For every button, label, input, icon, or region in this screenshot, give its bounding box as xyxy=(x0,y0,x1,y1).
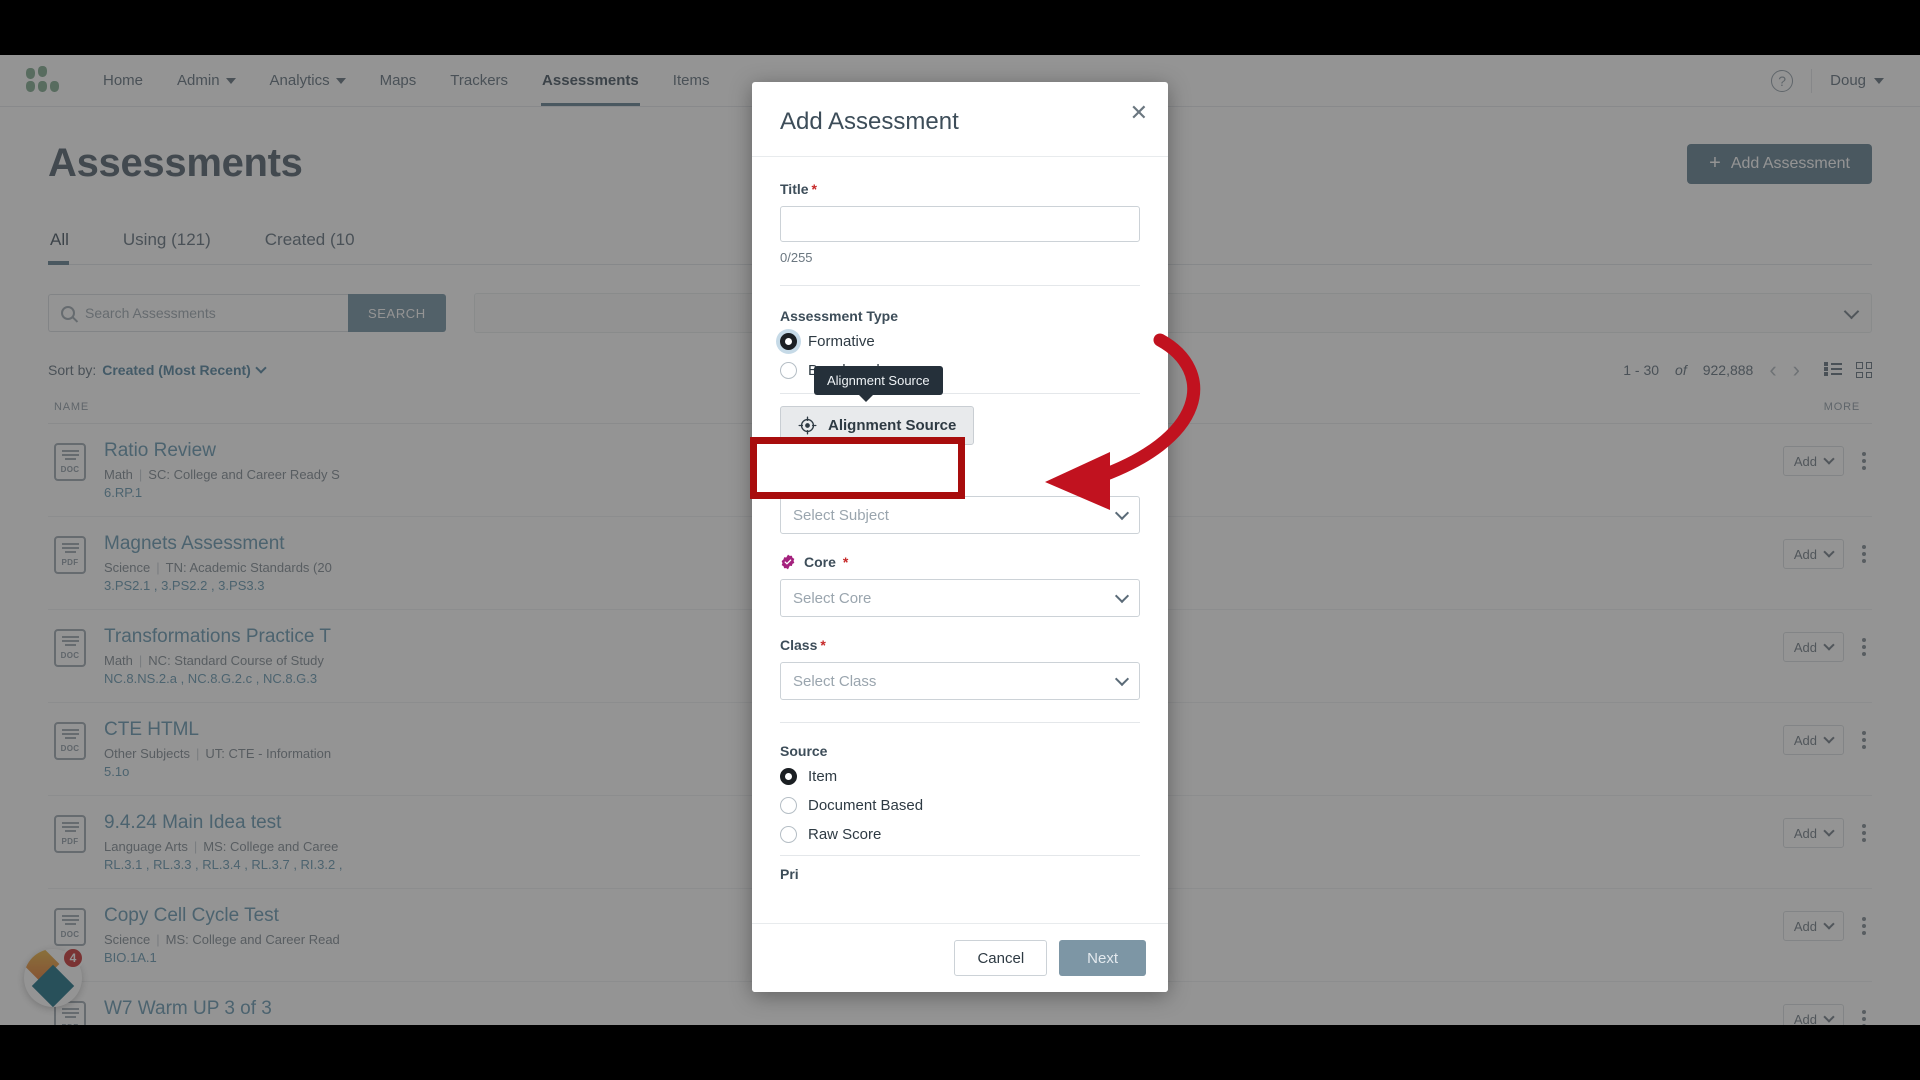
subject-placeholder: Select Subject xyxy=(793,506,889,524)
assessment-type-label: Assessment Type xyxy=(780,308,899,324)
target-crosshair-icon xyxy=(798,416,817,435)
radio-label: Item xyxy=(808,768,838,785)
source-label: Source xyxy=(780,743,828,759)
title-field-label: Title * xyxy=(780,181,1140,197)
dialog-header: Add Assessment ✕ xyxy=(752,82,1168,157)
privacy-label-truncated: Pri xyxy=(780,866,799,882)
class-label: Class * xyxy=(780,637,1140,653)
chevron-down-icon xyxy=(1114,671,1130,686)
character-counter: 0/255 xyxy=(780,250,813,265)
cancel-button[interactable]: Cancel xyxy=(954,940,1048,976)
required-marker: * xyxy=(842,554,849,570)
radio-document-based[interactable]: Document Based xyxy=(780,797,1140,814)
radio-button-icon xyxy=(780,362,797,379)
radio-button-icon xyxy=(780,826,797,843)
title-field-group: Title * 0/255 xyxy=(780,181,1140,265)
close-icon[interactable]: ✕ xyxy=(1130,102,1148,124)
dialog-footer: Cancel Next xyxy=(752,923,1168,992)
required-marker: * xyxy=(820,637,826,653)
screenshot-stage: Home Admin Analytics Maps Trackers Asses… xyxy=(0,0,1920,1080)
radio-item[interactable]: Item xyxy=(780,768,1140,785)
core-select[interactable]: Select Core xyxy=(780,579,1140,617)
annotation-highlight-box xyxy=(750,437,965,499)
class-select[interactable]: Select Class xyxy=(780,662,1140,700)
add-assessment-dialog: Add Assessment ✕ Title * 0/255 Assessmen… xyxy=(752,82,1168,992)
radio-button-icon xyxy=(780,797,797,814)
radio-button-icon xyxy=(780,333,797,350)
radio-raw-score[interactable]: Raw Score xyxy=(780,826,1140,843)
divider xyxy=(780,722,1140,723)
dialog-title: Add Assessment xyxy=(780,108,959,135)
radio-label: Formative xyxy=(808,333,875,350)
core-label: Core * xyxy=(780,554,1140,570)
dialog-body: Title * 0/255 Assessment Type Formative … xyxy=(752,157,1168,923)
radio-button-icon xyxy=(780,768,797,785)
class-placeholder: Select Class xyxy=(793,672,877,690)
chevron-down-icon xyxy=(1114,588,1130,603)
required-marker: * xyxy=(811,181,817,197)
core-placeholder: Select Core xyxy=(793,589,872,607)
label-text: Class xyxy=(780,637,818,653)
divider xyxy=(780,285,1140,286)
alignment-source-label: Alignment Source xyxy=(828,417,957,434)
letterbox-top xyxy=(0,0,1920,55)
title-input[interactable] xyxy=(780,206,1140,242)
core-check-badge-icon xyxy=(780,554,796,570)
source-group: Source Item Document Based Raw Score xyxy=(780,743,1140,843)
letterbox-bottom xyxy=(0,1025,1920,1080)
next-button[interactable]: Next xyxy=(1059,940,1146,976)
class-field-group: Class * Select Class xyxy=(780,637,1140,700)
core-field-group: Core * Select Core xyxy=(780,554,1140,617)
label-text: Core xyxy=(804,554,836,570)
alignment-source-tooltip: Alignment Source xyxy=(814,366,943,402)
radio-label: Raw Score xyxy=(808,826,882,843)
label-text: Title xyxy=(780,181,809,197)
radio-label: Document Based xyxy=(808,797,924,814)
annotation-arrow xyxy=(1045,333,1201,510)
divider xyxy=(780,855,1140,856)
